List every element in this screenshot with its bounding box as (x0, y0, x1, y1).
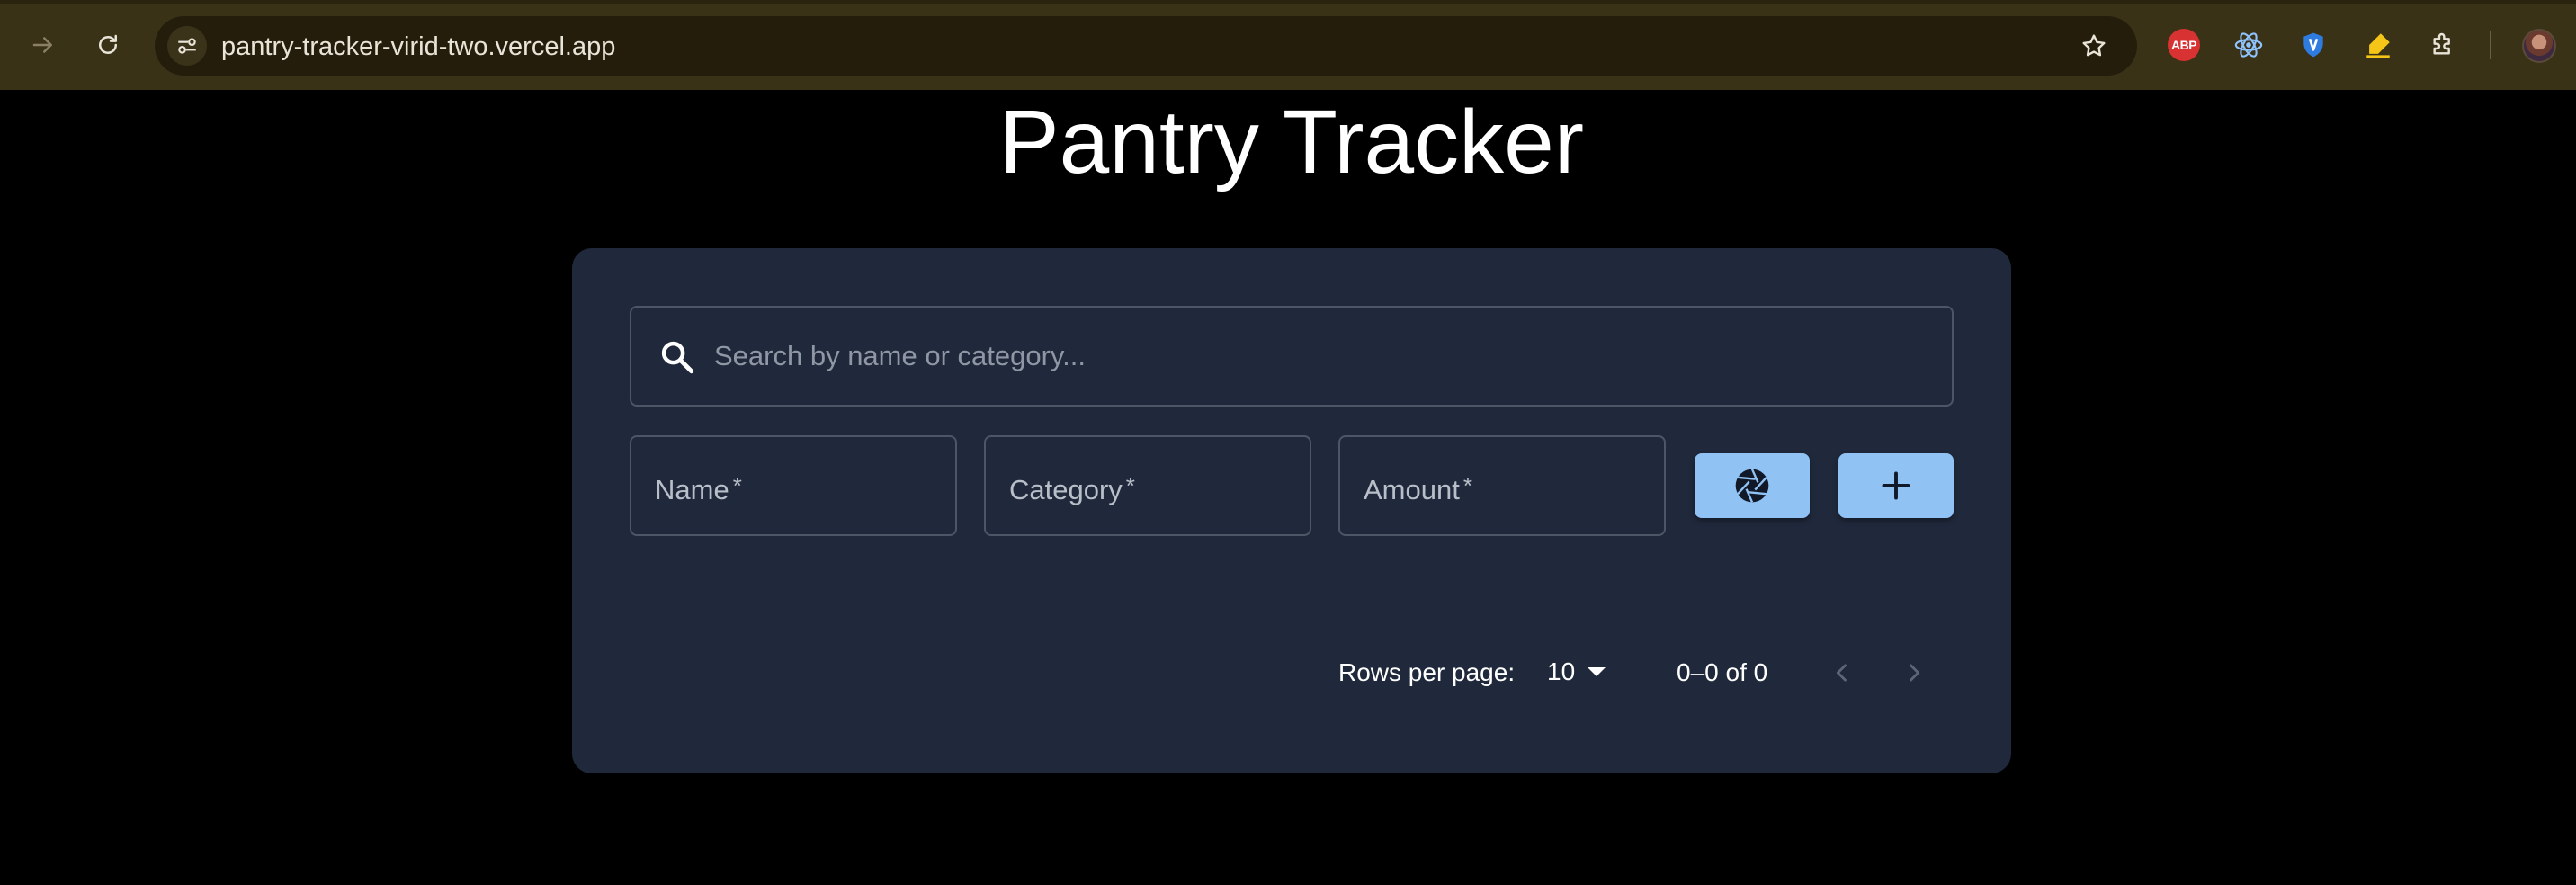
adblock-plus-icon: ABP (2168, 29, 2200, 61)
amount-field[interactable]: Amount * (1338, 435, 1666, 536)
toolbar-divider (2490, 31, 2491, 59)
category-label-text: Category (1009, 474, 1123, 505)
name-field[interactable]: Name * (630, 435, 957, 536)
camera-aperture-icon (1735, 469, 1769, 503)
highlighter-icon (2366, 33, 2390, 58)
caret-down-icon (1588, 667, 1606, 676)
vpn-shield-icon (2303, 32, 2323, 58)
previous-page-button[interactable] (1824, 655, 1860, 691)
tab-strip (0, 0, 2576, 4)
table-pagination: Rows per page: 10 0–0 of 0 (572, 649, 2011, 694)
chevron-right-icon (1910, 664, 1920, 682)
search-icon (661, 341, 694, 374)
extensions-puzzle-icon (2433, 32, 2450, 55)
amount-label-text: Amount (1364, 474, 1460, 505)
highlighter-extension[interactable] (2360, 27, 2396, 63)
pagination-range: 0–0 of 0 (1677, 658, 1768, 686)
rows-per-page-label: Rows per page: (1338, 658, 1516, 686)
add-item-button[interactable] (1838, 453, 1954, 518)
page-title: Pantry Tracker (998, 92, 1585, 192)
amount-field-label: Amount * (1364, 469, 1472, 506)
arrow-forward-icon (32, 37, 52, 53)
rows-per-page-value: 10 (1547, 657, 1576, 685)
star-outline-icon (2082, 34, 2106, 57)
react-devtools-extension[interactable] (2231, 27, 2267, 63)
extensions-menu-button[interactable] (2425, 27, 2461, 63)
adblock-plus-extension[interactable]: ABP (2166, 27, 2202, 63)
name-field-label: Name * (655, 469, 742, 506)
required-marker: * (1462, 472, 1472, 499)
react-devtools-icon (2234, 32, 2263, 58)
category-field-label: Category * (1009, 469, 1135, 506)
reload-button[interactable] (83, 20, 133, 70)
pantry-card: Name* Category* Amount* Rows per page: (572, 248, 2011, 773)
next-page-button[interactable] (1896, 655, 1932, 691)
tune-icon (178, 38, 196, 54)
site-info-button[interactable] (167, 26, 207, 66)
category-field[interactable]: Category * (984, 435, 1311, 536)
plus-icon (1882, 471, 1910, 500)
bookmark-star-button[interactable] (2078, 30, 2110, 62)
url-text[interactable]: pantry-tracker-virid-two.vercel.app (221, 32, 615, 61)
rows-per-page-select[interactable]: 10 (1547, 653, 1606, 691)
chevron-left-icon (1836, 664, 1847, 682)
profile-avatar[interactable] (2522, 29, 2556, 63)
address-bar[interactable]: pantry-tracker-virid-two.vercel.app (155, 16, 2137, 76)
reload-icon (99, 34, 117, 54)
search-input[interactable] (712, 308, 1936, 405)
camera-button[interactable] (1695, 453, 1810, 518)
browser-toolbar: pantry-tracker-virid-two.vercel.app ABP (0, 0, 2576, 90)
name-label-text: Name (655, 474, 729, 505)
required-marker: * (1125, 472, 1135, 499)
search-field[interactable] (630, 306, 1954, 407)
vpn-extension[interactable] (2295, 27, 2331, 63)
forward-button[interactable] (18, 20, 68, 70)
required-marker: * (732, 472, 742, 499)
